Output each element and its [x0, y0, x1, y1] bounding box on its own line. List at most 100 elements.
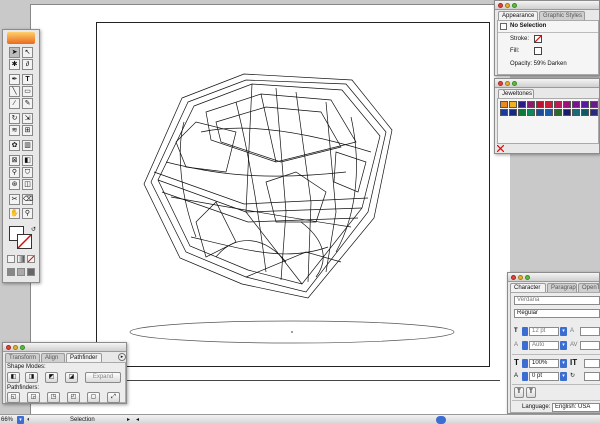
pencil-tool[interactable]: ✎	[22, 98, 33, 109]
color-swatch[interactable]	[590, 109, 598, 116]
baseline-shift-field[interactable]: 0 pt	[529, 372, 559, 381]
close-icon[interactable]	[511, 275, 516, 280]
symbol-sprayer-tool[interactable]: ✿	[9, 140, 20, 151]
graph-tool[interactable]: ▥	[22, 140, 33, 151]
pen-tool[interactable]: ✒	[9, 74, 20, 85]
tab-graphic-styles[interactable]: Graphic Styles	[539, 11, 585, 20]
swatch-none-icon[interactable]	[496, 144, 505, 153]
color-swatch[interactable]	[554, 109, 562, 116]
color-swatch[interactable]	[536, 101, 544, 108]
eyedropper-tool[interactable]: ⚲	[9, 167, 20, 178]
baseline-shift-dropdown[interactable]: ▾	[560, 372, 567, 381]
screen-mode-3[interactable]	[27, 268, 35, 276]
paint-bucket-tool[interactable]: ⛉	[22, 167, 33, 178]
paintbrush-tool[interactable]: ∕	[9, 98, 20, 109]
slice-tool[interactable]: ◫	[22, 179, 33, 190]
free-transform-tool[interactable]: ⊞	[22, 125, 33, 136]
zoom-icon[interactable]	[20, 345, 25, 350]
mesh-tool[interactable]: ⊠	[9, 155, 20, 166]
merge-button[interactable]: ◳	[47, 392, 60, 403]
font-style-field[interactable]: Regular	[514, 309, 600, 318]
exclude-overlap-button[interactable]: ◪	[65, 372, 78, 383]
minimize-icon[interactable]	[505, 3, 510, 8]
font-size-stepper[interactable]	[522, 327, 528, 336]
selection-tool[interactable]: ➤	[9, 47, 20, 58]
line-tool[interactable]: ╲	[9, 86, 20, 97]
minimize-icon[interactable]	[13, 345, 18, 350]
underline-button[interactable]: T	[514, 387, 524, 398]
stroke-none-icon[interactable]	[534, 35, 542, 43]
color-swatch[interactable]	[581, 109, 589, 116]
color-swatch[interactable]	[509, 101, 517, 108]
leading-dropdown[interactable]: ▾	[560, 341, 567, 350]
close-icon[interactable]	[6, 345, 11, 350]
swap-fill-stroke-icon[interactable]: ↺	[31, 226, 36, 233]
screen-mode-1[interactable]	[7, 268, 15, 276]
scroll-left-arrow[interactable]: ◂	[136, 416, 139, 424]
hand-tool[interactable]: ✋	[9, 208, 20, 219]
color-swatch[interactable]	[527, 101, 535, 108]
zoom-level[interactable]: 66%	[1, 416, 13, 424]
close-icon[interactable]	[498, 81, 503, 86]
scissors-tool[interactable]: ✂	[9, 194, 20, 205]
kerning-field[interactable]	[580, 327, 600, 336]
status-menu-arrow[interactable]: ▸	[127, 416, 130, 424]
intersect-shape-button[interactable]: ◩	[45, 372, 58, 383]
color-swatch[interactable]	[590, 101, 598, 108]
zoom-dropdown[interactable]: ▾	[17, 416, 24, 424]
color-swatch[interactable]	[500, 109, 508, 116]
tab-pathfinder[interactable]: Pathfinder	[66, 353, 102, 362]
vertical-scale-field[interactable]	[584, 359, 600, 368]
strikethrough-button[interactable]: T	[526, 387, 536, 398]
panel-menu-icon[interactable]: ▸	[118, 353, 126, 361]
color-swatch[interactable]	[545, 109, 553, 116]
color-swatch[interactable]	[572, 109, 580, 116]
color-mode-button[interactable]	[7, 255, 15, 263]
gradient-mode-button[interactable]	[17, 255, 25, 263]
leading-stepper[interactable]	[522, 341, 528, 350]
rectangle-tool[interactable]: ▭	[22, 86, 33, 97]
tab-appearance[interactable]: Appearance	[498, 11, 538, 20]
horizontal-scale-field[interactable]: 100%	[529, 359, 559, 368]
outline-button[interactable]: ▢	[87, 392, 100, 403]
minimize-icon[interactable]	[505, 81, 510, 86]
trim-button[interactable]: ◲	[27, 392, 40, 403]
color-swatch[interactable]	[500, 101, 508, 108]
stroke-swatch[interactable]	[17, 234, 32, 249]
color-swatch[interactable]	[572, 101, 580, 108]
horizontal-scrollbar-thumb[interactable]	[436, 416, 446, 424]
color-swatch[interactable]	[518, 109, 526, 116]
subtract-from-shape-button[interactable]: ◨	[25, 372, 38, 383]
close-icon[interactable]	[498, 3, 503, 8]
eraser-tool[interactable]: ⌫	[22, 194, 33, 205]
color-swatch[interactable]	[536, 109, 544, 116]
minus-back-button[interactable]: ⤢	[107, 392, 120, 403]
horizontal-scale-stepper[interactable]	[522, 359, 528, 368]
none-mode-button[interactable]	[27, 255, 35, 263]
language-select[interactable]: English: USA	[552, 403, 600, 412]
zoom-tool[interactable]: ⚲	[22, 208, 33, 219]
artboard-nav-icon[interactable]: ◐	[27, 416, 31, 424]
leading-field[interactable]: Auto	[529, 341, 559, 350]
cube-artwork[interactable]	[96, 22, 490, 367]
baseline-shift-stepper[interactable]	[522, 372, 528, 381]
tab-align[interactable]: Align	[41, 353, 65, 362]
fill-color-icon[interactable]	[534, 47, 542, 55]
tab-character[interactable]: Character	[510, 283, 546, 292]
color-swatch[interactable]	[509, 109, 517, 116]
screen-mode-2[interactable]	[17, 268, 25, 276]
tab-transform[interactable]: Transform	[5, 353, 40, 362]
minimize-icon[interactable]	[518, 275, 523, 280]
font-family-field[interactable]: Verdana	[514, 296, 600, 305]
lasso-tool[interactable]: ∂	[22, 59, 33, 70]
warp-tool[interactable]: ≋	[9, 125, 20, 136]
zoom-icon[interactable]	[512, 81, 517, 86]
zoom-icon[interactable]	[512, 3, 517, 8]
color-swatch[interactable]	[518, 101, 526, 108]
tab-jeweltones[interactable]: Jeweltones	[498, 89, 534, 98]
font-size-field[interactable]: 12 pt	[529, 327, 559, 336]
direct-selection-tool[interactable]: ↖	[22, 47, 33, 58]
color-swatch[interactable]	[563, 109, 571, 116]
add-to-shape-button[interactable]: ◧	[7, 372, 20, 383]
color-swatch[interactable]	[581, 101, 589, 108]
